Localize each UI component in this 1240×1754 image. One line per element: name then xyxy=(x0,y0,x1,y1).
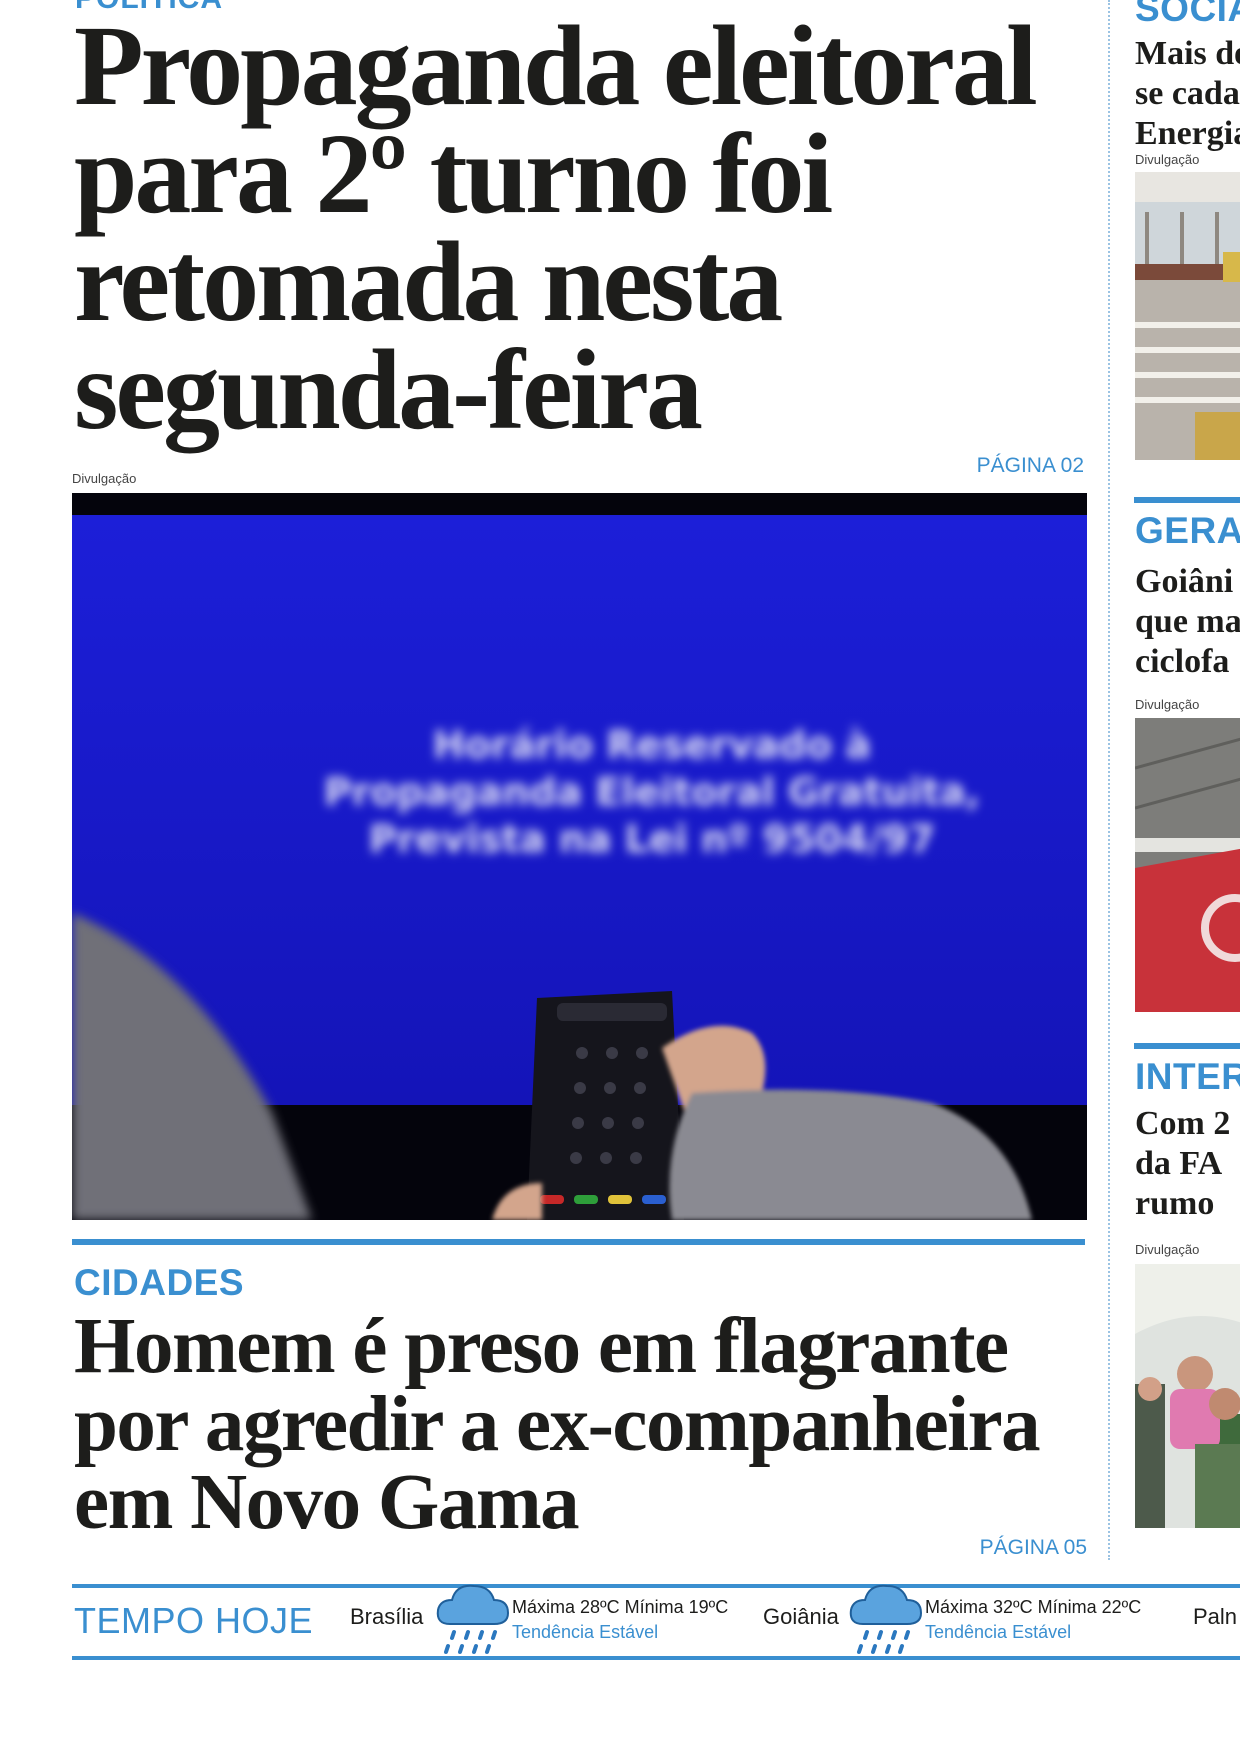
sidebar-headline[interactable]: Com 2 da FA rumo xyxy=(1135,1104,1240,1224)
sidebar-headline-line: rumo xyxy=(1135,1185,1215,1222)
sidebar-headline-line: ciclofa xyxy=(1135,643,1230,680)
tv-screen-text-line: Prevista na Lei nº 9504/97 xyxy=(369,817,935,861)
weather-title: TEMPO HOJE xyxy=(74,1600,314,1641)
sidebar-photo-station[interactable] xyxy=(1135,172,1240,460)
main-headline[interactable]: Propaganda eleitoral para 2º turno foi r… xyxy=(74,9,1084,447)
sidebar-headline-line: Goiâni xyxy=(1135,563,1234,600)
sidebar-photo-credit: Divulgação xyxy=(1135,152,1200,167)
sidebar-headline-line: Mais de xyxy=(1135,35,1240,72)
sidebar-section-label: SOCIA xyxy=(1135,0,1240,29)
sidebar-section-rule xyxy=(1134,497,1240,503)
weather-city-name: Paln xyxy=(1193,1604,1238,1629)
main-photo-tv-remote[interactable]: Horário Reservado à Propaganda Eleitoral… xyxy=(72,493,1087,1220)
sidebar-photo-bike-lane[interactable] xyxy=(1135,718,1240,1012)
rain-cloud-icon xyxy=(845,1576,925,1663)
sidebar-section-label: GERAL xyxy=(1135,510,1240,551)
weather-trend: Tendência Estável xyxy=(512,1622,659,1642)
sidebar-photo-plane-cabin[interactable] xyxy=(1135,1264,1240,1528)
sidebar-headline-line: Com 2 xyxy=(1135,1105,1231,1142)
weather-city-name: Brasília xyxy=(350,1604,424,1629)
sidebar-headline[interactable]: Mais de se cada Energia xyxy=(1135,34,1240,154)
column-divider xyxy=(1108,0,1110,1560)
remote-control xyxy=(527,991,684,1220)
sidebar-section-label: INTER xyxy=(1135,1056,1240,1097)
rain-cloud-icon xyxy=(432,1576,512,1663)
tv-screen-text-line: Propaganda Eleitoral Gratuita, xyxy=(324,770,980,814)
weather-bar-top-rule xyxy=(72,1584,1240,1588)
weather-bar-bottom-rule xyxy=(72,1656,1240,1660)
weather-trend: Tendência Estável xyxy=(925,1622,1072,1642)
section-divider-rule xyxy=(72,1239,1085,1245)
cidades-headline[interactable]: Homem é preso em flagrante por agredir a… xyxy=(74,1307,1084,1542)
sidebar-headline-line: se cada xyxy=(1135,75,1240,112)
cidades-page-reference[interactable]: PÁGINA 05 xyxy=(980,1536,1087,1560)
sidebar-headline-line: Energia xyxy=(1135,115,1240,152)
sidebar-photo-credit: Divulgação xyxy=(1135,1242,1200,1257)
main-photo-credit: Divulgação xyxy=(72,471,137,486)
section-label-cidades: CIDADES xyxy=(74,1262,245,1303)
main-page-reference[interactable]: PÁGINA 02 xyxy=(977,454,1084,478)
weather-city-name: Goiânia xyxy=(763,1604,839,1629)
weather-max-min: Máxima 32ºC Mínima 22ºC xyxy=(925,1597,1142,1617)
sidebar-photo-credit: Divulgação xyxy=(1135,697,1200,712)
weather-max-min: Máxima 28ºC Mínima 19ºC xyxy=(512,1597,729,1617)
sidebar-headline-line: da FA xyxy=(1135,1145,1223,1182)
sidebar-section-rule xyxy=(1134,1043,1240,1049)
sidebar-headline[interactable]: Goiâni que ma ciclofa xyxy=(1135,562,1240,682)
tv-screen-text-line: Horário Reservado à xyxy=(433,723,871,767)
sidebar-headline-line: que ma xyxy=(1135,603,1240,640)
